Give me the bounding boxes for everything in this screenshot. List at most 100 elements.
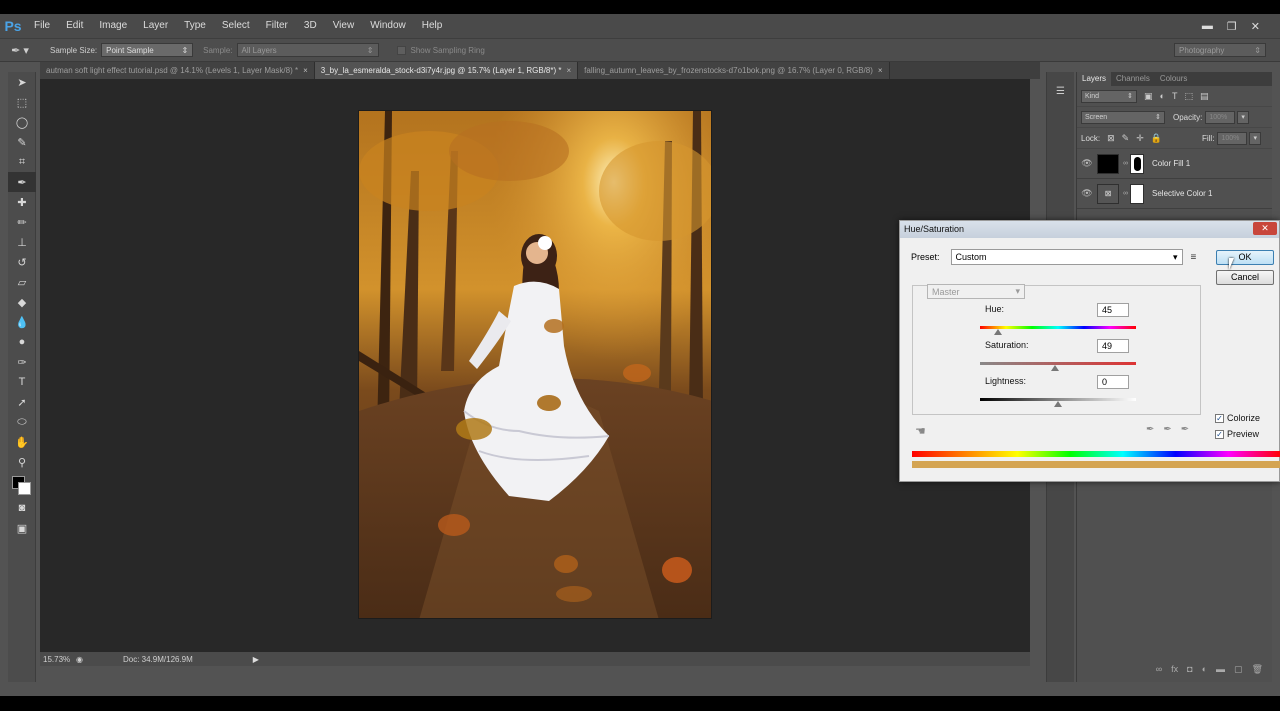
hand-tool-icon[interactable]: ✋ — [8, 432, 36, 452]
document-tab-active[interactable]: 3_by_la_esmeralda_stock-d3i7y4r.jpg @ 15… — [314, 62, 579, 79]
menu-edit[interactable]: Edit — [58, 14, 91, 38]
colorize-checkbox[interactable]: ✓ — [1215, 413, 1224, 423]
menu-window[interactable]: Window — [362, 14, 414, 38]
hue-slider-track[interactable] — [980, 326, 1136, 329]
delete-layer-icon[interactable]: 🗑 — [1252, 664, 1263, 678]
menu-help[interactable]: Help — [414, 14, 451, 38]
dialog-title[interactable]: Hue/Saturation — [900, 221, 1279, 238]
background-color-swatch[interactable] — [18, 482, 31, 495]
targeted-adjustment-hand-icon[interactable]: ☚ — [915, 424, 926, 438]
menu-type[interactable]: Type — [176, 14, 214, 38]
healing-brush-tool-icon[interactable]: ✚ — [8, 192, 36, 212]
channel-select[interactable]: Master ▾ — [927, 284, 1025, 299]
document-tab[interactable]: falling_autumn_leaves_by_frozenstocks-d7… — [578, 62, 890, 79]
layer-mask-thumbnail[interactable] — [1130, 153, 1144, 174]
opacity-field[interactable]: 100% — [1205, 110, 1236, 124]
zoom-level[interactable]: 15.73% — [40, 655, 76, 664]
eyedropper-icon[interactable]: ✒ — [1146, 424, 1154, 435]
blur-tool-icon[interactable]: 💧 — [8, 312, 36, 332]
screen-mode-icon[interactable]: ▣ — [8, 518, 36, 538]
fill-field[interactable]: 100% — [1217, 131, 1248, 145]
cancel-button[interactable]: Cancel — [1216, 270, 1274, 285]
tab-colours[interactable]: Colours — [1155, 72, 1193, 86]
color-swatches[interactable] — [8, 472, 36, 498]
close-icon[interactable]: ✕ — [1251, 20, 1260, 33]
preview-row[interactable]: ✓ Preview — [1215, 429, 1259, 439]
filter-adjustment-icon[interactable]: ◐ — [1160, 91, 1165, 101]
marquee-tool-icon[interactable]: ⬚ — [8, 92, 36, 112]
preset-options-icon[interactable]: ≡ — [1191, 252, 1197, 263]
lightness-input[interactable]: 0 — [1097, 375, 1129, 389]
lasso-tool-icon[interactable]: ◯ — [8, 112, 36, 132]
blend-mode-select[interactable]: Screen ⇕ — [1081, 110, 1165, 124]
layer-filter-select[interactable]: Kind ⇕ — [1081, 89, 1137, 103]
filter-shape-icon[interactable]: ⬚ — [1184, 91, 1193, 102]
link-layers-icon[interactable]: ∞ — [1156, 664, 1162, 678]
menu-layer[interactable]: Layer — [135, 14, 176, 38]
close-tab-icon[interactable]: × — [303, 66, 308, 75]
menu-image[interactable]: Image — [91, 14, 135, 38]
sample-size-select[interactable]: Point Sample ⇕ — [101, 43, 194, 57]
quick-selection-tool-icon[interactable]: ✎ — [8, 132, 36, 152]
layer-row[interactable]: 👁 ∞ Color Fill 1 — [1077, 149, 1272, 179]
properties-panel-icon[interactable]: ☰ — [1047, 80, 1074, 102]
document-tab[interactable]: autman soft light effect tutorial.psd @ … — [40, 62, 315, 79]
brush-tool-icon[interactable]: ✏ — [8, 212, 36, 232]
lock-transparent-icon[interactable]: ⊠ — [1107, 133, 1115, 144]
preview-checkbox[interactable]: ✓ — [1215, 429, 1224, 439]
menu-select[interactable]: Select — [214, 14, 258, 38]
new-layer-icon[interactable]: ▢ — [1234, 664, 1243, 678]
close-dialog-icon[interactable]: ✕ — [1253, 222, 1277, 235]
eyedropper-add-icon[interactable]: ✒ — [1163, 424, 1171, 435]
fill-dropdown-icon[interactable]: ▾ — [1249, 131, 1262, 145]
link-icon[interactable]: ∞ — [1123, 190, 1128, 197]
autumn-forest-photo[interactable] — [358, 110, 712, 619]
colorize-row[interactable]: ✓ Colorize — [1215, 413, 1260, 423]
filter-type-icon[interactable]: T — [1172, 91, 1178, 101]
layer-row[interactable]: 👁 ⊠ ∞ Selective Color 1 — [1077, 179, 1272, 209]
saturation-input[interactable]: 49 — [1097, 339, 1129, 353]
dodge-tool-icon[interactable]: ● — [8, 332, 36, 352]
eyedropper-tool-preset-icon[interactable]: ✒ ▾ — [0, 44, 40, 57]
restore-icon[interactable]: ❐ — [1227, 20, 1237, 33]
crop-tool-icon[interactable]: ⌗ — [8, 152, 36, 172]
menu-3d[interactable]: 3D — [296, 14, 325, 38]
pen-tool-icon[interactable]: ✑ — [8, 352, 36, 372]
ok-button[interactable]: OK — [1216, 250, 1274, 265]
tab-layers[interactable]: Layers — [1077, 72, 1112, 86]
close-tab-icon[interactable]: × — [566, 66, 571, 75]
layer-name[interactable]: Selective Color 1 — [1152, 189, 1212, 198]
menu-filter[interactable]: Filter — [258, 14, 296, 38]
type-tool-icon[interactable]: T — [8, 372, 36, 392]
quick-mask-icon[interactable]: ◙ — [8, 498, 36, 518]
lock-pixels-icon[interactable]: ✎ — [1122, 133, 1130, 144]
status-menu-arrow-icon[interactable]: ▶ — [253, 655, 259, 664]
new-group-icon[interactable]: ▬ — [1216, 664, 1225, 678]
layer-mask-thumbnail[interactable] — [1130, 183, 1144, 204]
tab-channels[interactable]: Channels — [1111, 72, 1155, 86]
layer-name[interactable]: Color Fill 1 — [1152, 159, 1190, 168]
hue-slider-thumb[interactable] — [994, 329, 1002, 335]
status-info-icon[interactable]: ◉ — [76, 655, 83, 664]
new-adjustment-icon[interactable]: ◐ — [1202, 664, 1207, 678]
preset-select[interactable]: Custom ▾ — [950, 249, 1183, 265]
zoom-tool-icon[interactable]: ⚲ — [8, 452, 36, 472]
visibility-eye-icon[interactable]: 👁 — [1077, 188, 1097, 199]
workspace-select[interactable]: Photography ⇕ — [1174, 43, 1266, 57]
eyedropper-tool-icon[interactable]: ✒ — [8, 172, 36, 192]
opacity-dropdown-icon[interactable]: ▾ — [1237, 110, 1250, 124]
minimize-icon[interactable]: ▬ — [1202, 20, 1213, 32]
eraser-tool-icon[interactable]: ▱ — [8, 272, 36, 292]
filter-pixel-icon[interactable]: ▣ — [1144, 91, 1153, 102]
move-tool-icon[interactable]: ➤ — [8, 72, 36, 92]
show-sampling-ring-checkbox[interactable] — [396, 45, 406, 55]
eyedropper-subtract-icon[interactable]: ✒ — [1181, 424, 1189, 435]
menu-view[interactable]: View — [325, 14, 363, 38]
history-brush-tool-icon[interactable]: ↺ — [8, 252, 36, 272]
menu-file[interactable]: File — [26, 14, 58, 38]
clone-stamp-tool-icon[interactable]: ⊥ — [8, 232, 36, 252]
saturation-slider-thumb[interactable] — [1051, 365, 1059, 371]
document-canvas[interactable] — [40, 79, 1030, 652]
add-mask-icon[interactable]: ◘ — [1187, 664, 1192, 678]
lock-all-icon[interactable]: 🔒 — [1151, 133, 1162, 144]
